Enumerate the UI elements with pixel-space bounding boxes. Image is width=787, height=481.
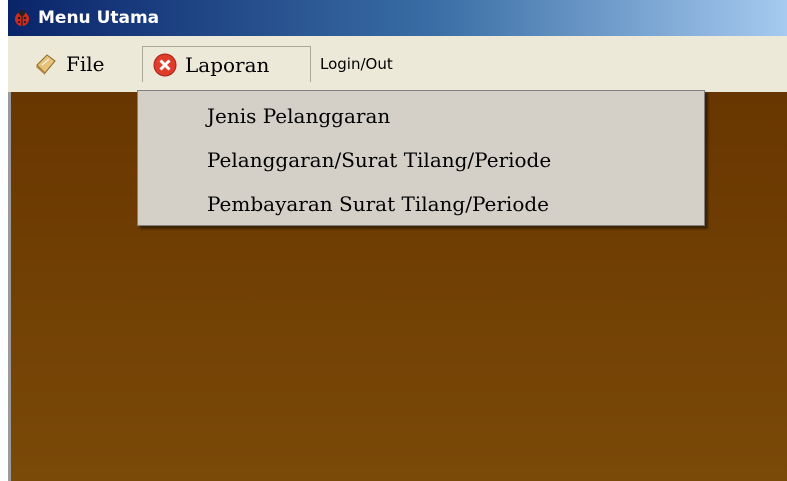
menu-file-label: File: [66, 52, 105, 76]
menu-laporan-label: Laporan: [185, 52, 270, 77]
menu-item-pembayaran-surat-tilang-periode[interactable]: Pembayaran Surat Tilang/Periode: [207, 187, 549, 221]
menu-item-label: Pelanggaran/Surat Tilang/Periode: [207, 148, 552, 172]
menu-item-pelanggaran-surat-tilang-periode[interactable]: Pelanggaran/Surat Tilang/Periode: [207, 143, 551, 177]
menu-file[interactable]: File: [32, 46, 105, 82]
title-bar[interactable]: Menu Utama: [8, 0, 787, 36]
laporan-dropdown-menu: Jenis Pelanggaran Pelanggaran/Surat Tila…: [137, 90, 705, 226]
window-title: Menu Utama: [38, 8, 160, 28]
menu-laporan[interactable]: Laporan: [142, 46, 311, 82]
book-icon: [32, 50, 60, 78]
menu-login-out[interactable]: Login/Out: [320, 46, 393, 82]
main-window: Menu Utama File Laporan Login/Out: [8, 0, 787, 481]
menu-bar: File Laporan Login/Out: [8, 36, 787, 93]
red-x-icon: [151, 51, 179, 79]
app-ladybug-icon: [12, 8, 32, 28]
menu-item-jenis-pelanggaran[interactable]: Jenis Pelanggaran: [207, 99, 390, 133]
menu-item-label: Jenis Pelanggaran: [207, 104, 391, 128]
menu-login-out-label: Login/Out: [320, 55, 393, 73]
menu-item-label: Pembayaran Surat Tilang/Periode: [207, 192, 550, 216]
